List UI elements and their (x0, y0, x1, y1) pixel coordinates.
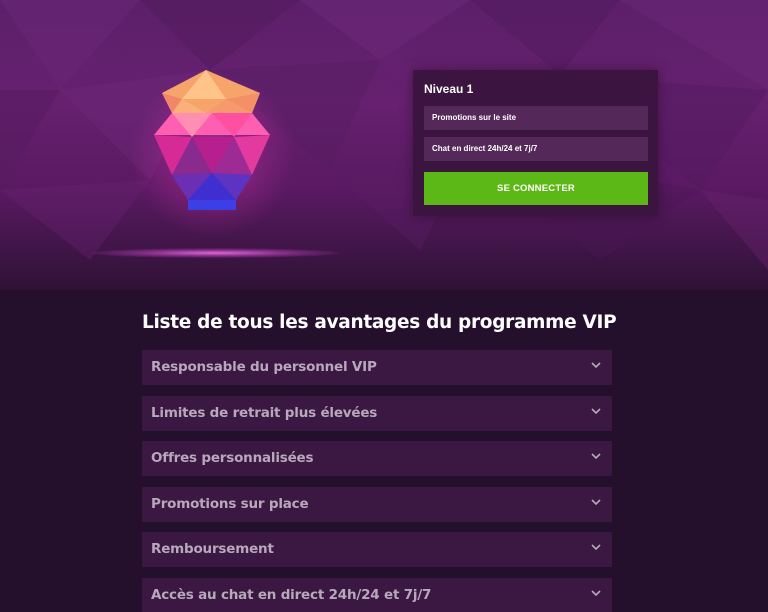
chevron-down-icon[interactable] (591, 589, 601, 597)
crowned-gem-icon (154, 70, 270, 210)
accordion-item-label: Accès au chat en direct 24h/24 et 7j/7 (151, 586, 432, 603)
level-card: Niveau 1 Promotions sur le site Chat en … (413, 70, 658, 216)
accordion-item[interactable]: Limites de retrait plus élevées (142, 395, 612, 431)
vip-gem-illustration (90, 60, 340, 270)
chevron-down-icon[interactable] (591, 498, 601, 506)
accordion-item[interactable]: Offres personnalisées (142, 441, 612, 476)
chevron-down-icon[interactable] (591, 407, 601, 415)
accordion-item[interactable]: Responsable du personnel VIP (142, 350, 612, 385)
level-title: Niveau 1 (424, 82, 474, 96)
accordion-item-label: Responsable du personnel VIP (151, 359, 377, 375)
accordion-item-label: Promotions sur place (151, 495, 309, 512)
connect-button[interactable]: SE CONNECTER (424, 172, 648, 205)
chevron-down-icon[interactable] (591, 544, 601, 551)
benefits-accordion: Responsable du personnel VIP Limites de … (142, 350, 612, 612)
accordion-item[interactable]: Accès au chat en direct 24h/24 et 7j/7 (142, 577, 612, 612)
accordion-item-label: Remboursement (151, 541, 274, 557)
perk-item: Chat en direct 24h/24 et 7j/7 (424, 137, 648, 161)
accordion-item-label: Limites de retrait plus élevées (151, 404, 378, 421)
accordion-item[interactable]: Remboursement (142, 532, 612, 567)
benefits-title: Liste de tous les avantages du programme… (142, 312, 617, 333)
accordion-item[interactable]: Promotions sur place (142, 486, 612, 522)
chevron-down-icon[interactable] (591, 453, 601, 460)
chevron-down-icon[interactable] (591, 362, 601, 369)
gem-shadow (90, 248, 340, 258)
accordion-item-label: Offres personnalisées (151, 450, 314, 466)
perk-item: Promotions sur le site (424, 106, 648, 130)
